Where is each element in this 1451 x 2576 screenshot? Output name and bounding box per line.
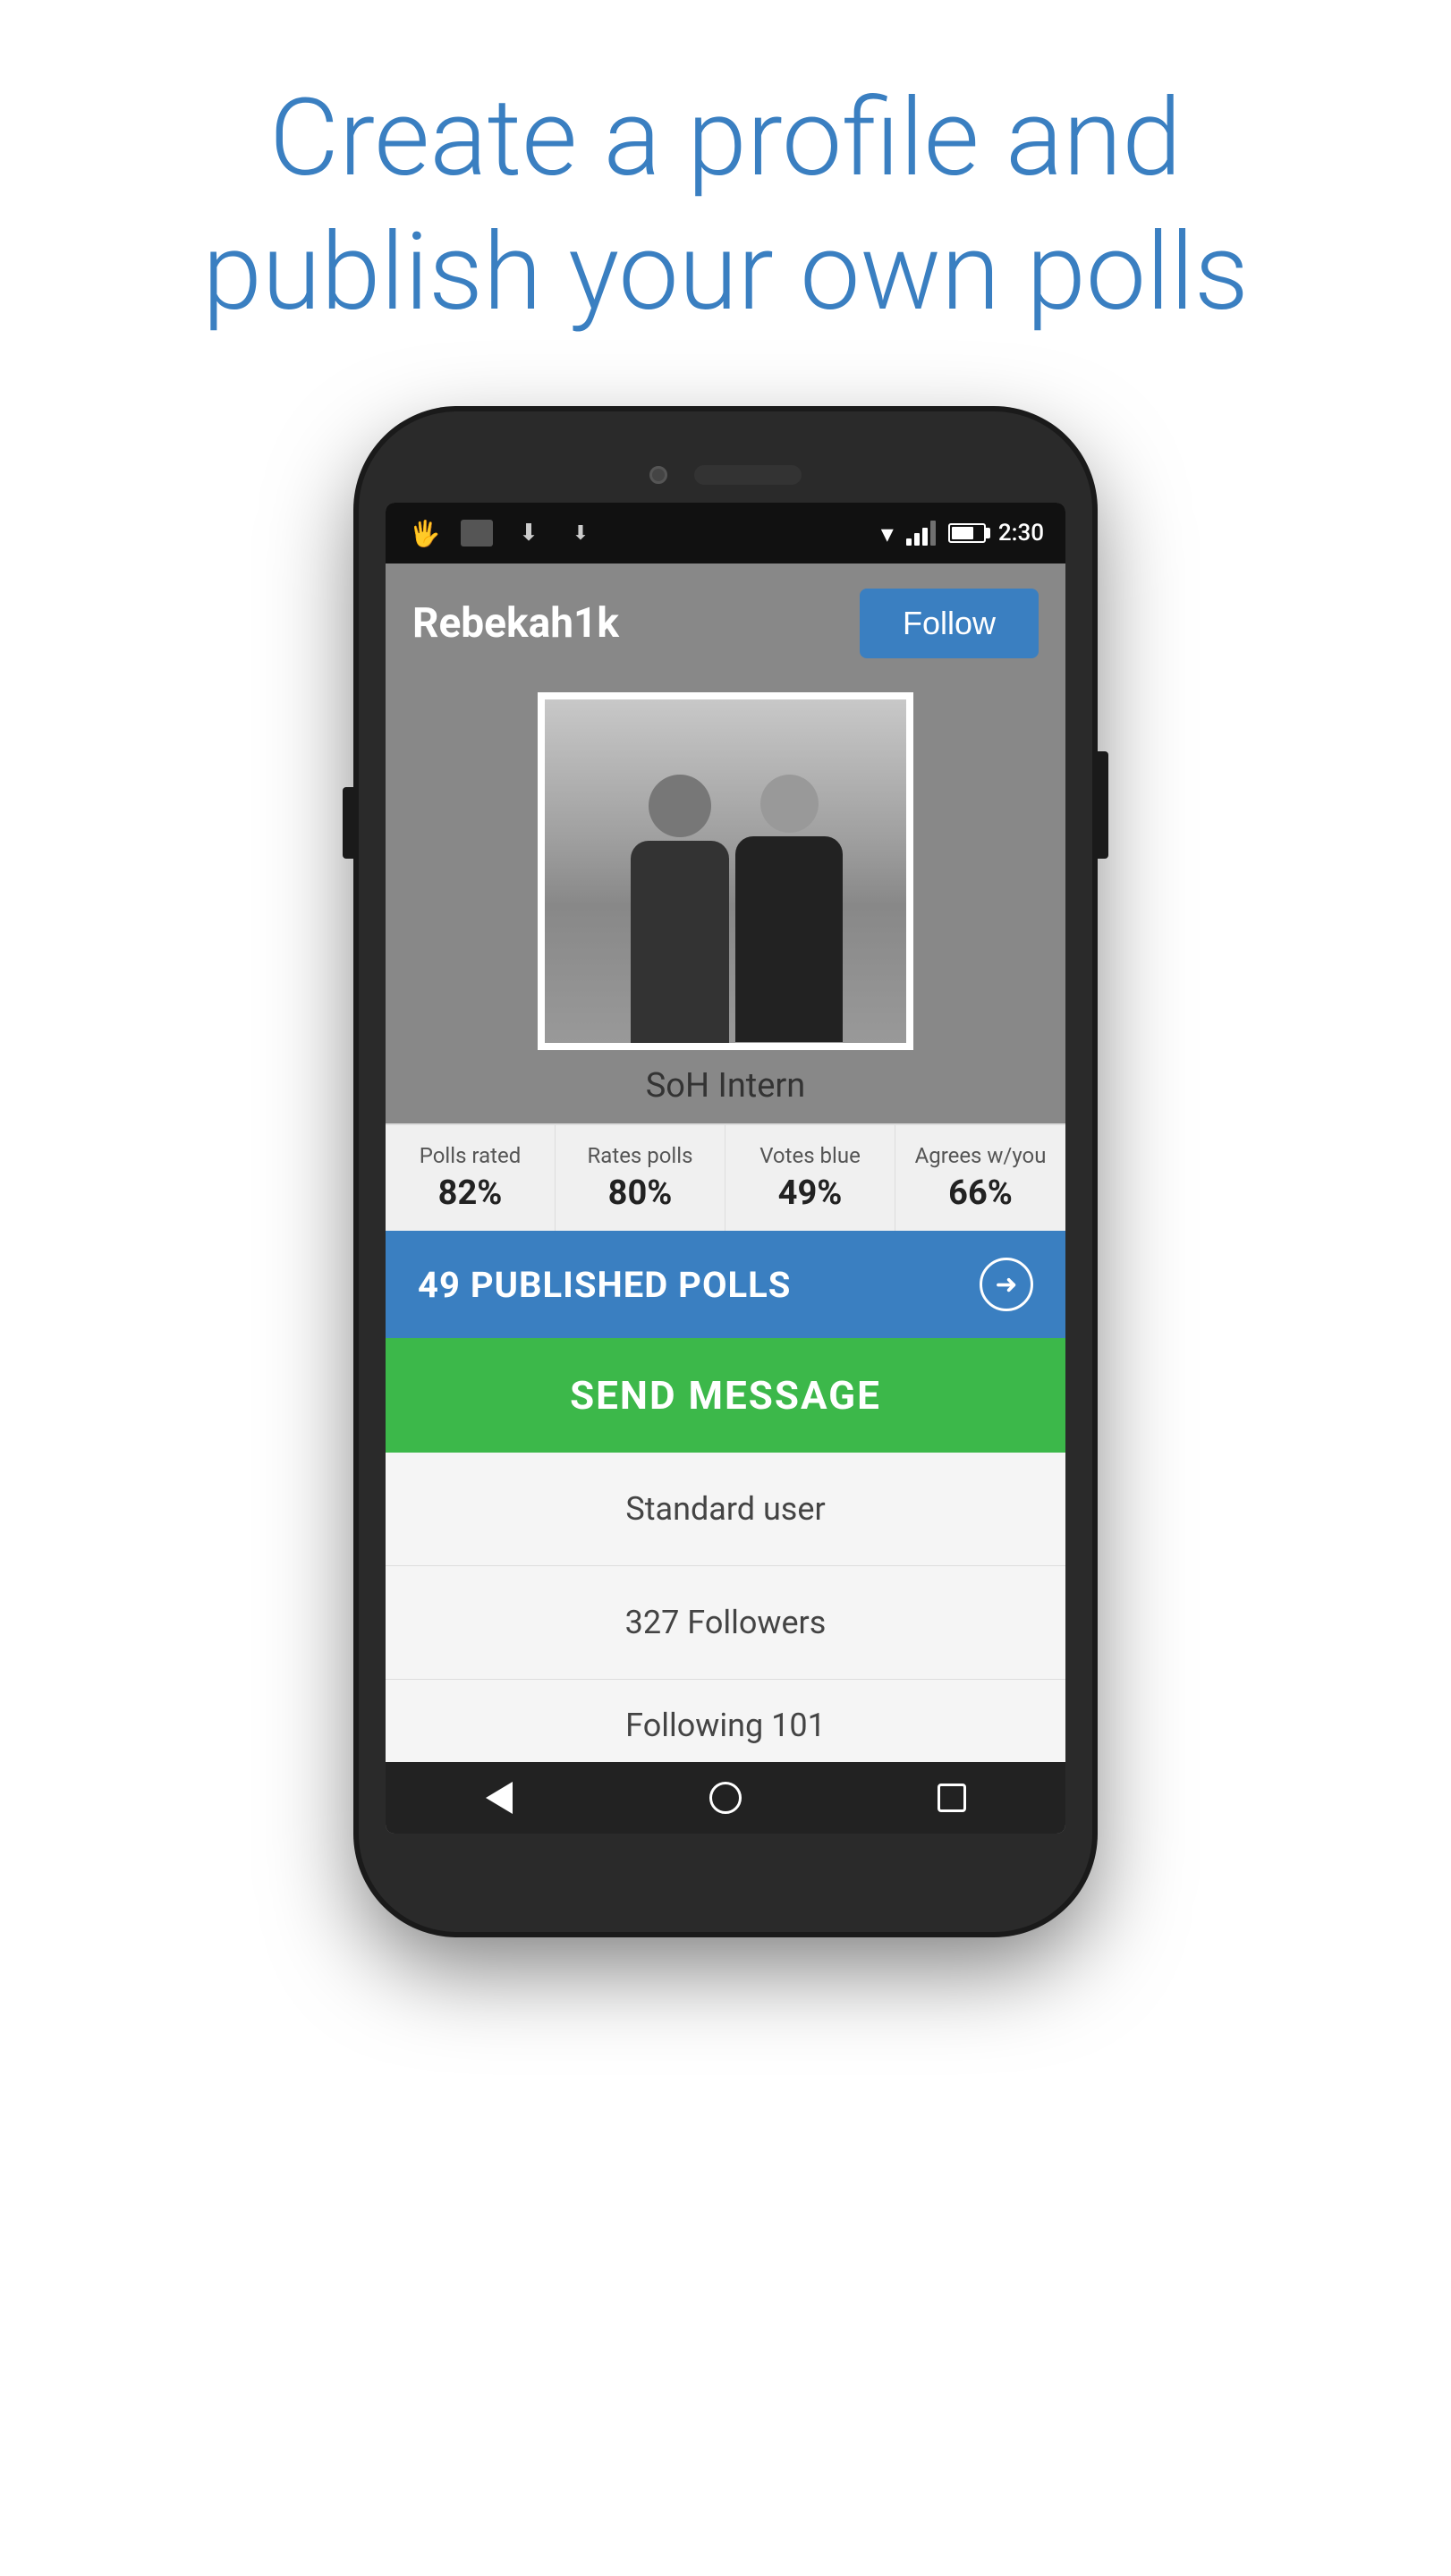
wifi-icon: ▾	[881, 519, 894, 548]
phone-bottom-nav	[386, 1762, 1065, 1834]
stat-votes-blue: Votes blue 49%	[726, 1125, 895, 1231]
download-icon: ⬇	[511, 515, 547, 551]
followers-item: 327 Followers	[386, 1566, 1065, 1680]
status-bar-left: 🖐️ ⬇ ⬇	[407, 515, 598, 551]
stat-rates-polls: Rates polls 80%	[556, 1125, 726, 1231]
profile-photo-area: SoH Intern	[386, 683, 1065, 1123]
profile-photo	[545, 699, 906, 1043]
stat-polls-rated-label: Polls rated	[395, 1143, 546, 1168]
back-nav-button[interactable]	[477, 1775, 522, 1820]
person-right	[726, 775, 852, 1043]
app-header: Rebekah1k Follow	[386, 564, 1065, 683]
phone-device: 🖐️ ⬇ ⬇ ▾	[359, 411, 1092, 1932]
home-icon	[709, 1782, 742, 1814]
download2-icon: ⬇	[563, 515, 598, 551]
stat-polls-rated-value: 82%	[395, 1174, 546, 1213]
send-message-button[interactable]: SEND MESSAGE	[386, 1338, 1065, 1453]
stat-rates-polls-label: Rates polls	[564, 1143, 716, 1168]
phone-speaker	[694, 465, 802, 485]
stats-row: Polls rated 82% Rates polls 80% Votes bl…	[386, 1123, 1065, 1231]
status-bar: 🖐️ ⬇ ⬇ ▾	[386, 503, 1065, 564]
published-polls-button[interactable]: 49 PUBLISHED POLLS ➜	[386, 1231, 1065, 1338]
user-type-item: Standard user	[386, 1453, 1065, 1566]
profile-bio: SoH Intern	[646, 1066, 806, 1106]
following-item: Following 101	[386, 1680, 1065, 1762]
status-time: 2:30	[998, 520, 1044, 547]
battery-fill	[952, 527, 973, 539]
phone-shell: 🖐️ ⬇ ⬇ ▾	[359, 411, 1092, 1932]
person-right-head	[760, 775, 819, 833]
image-notification-icon	[459, 515, 495, 551]
stat-agrees: Agrees w/you 66%	[895, 1125, 1065, 1231]
home-nav-button[interactable]	[703, 1775, 748, 1820]
person-left-body	[631, 841, 729, 1046]
phone-screen: 🖐️ ⬇ ⬇ ▾	[386, 503, 1065, 1834]
published-polls-label: 49 PUBLISHED POLLS	[418, 1264, 791, 1306]
polls-arrow-icon: ➜	[980, 1258, 1033, 1311]
stat-agrees-value: 66%	[904, 1174, 1056, 1213]
stat-rates-polls-value: 80%	[564, 1174, 716, 1213]
person-right-body	[735, 836, 843, 1042]
battery-icon	[948, 523, 986, 543]
phone-camera	[649, 466, 667, 484]
username: Rebekah1k	[412, 599, 619, 648]
profile-photo-frame	[538, 692, 913, 1050]
recent-nav-button[interactable]	[929, 1775, 974, 1820]
app-notification-icon: 🖐️	[407, 515, 443, 551]
phone-bottom-spacer	[386, 1834, 1065, 1860]
info-section: Standard user 327 Followers Following 10…	[386, 1453, 1065, 1762]
follow-button[interactable]: Follow	[860, 589, 1039, 658]
page-header: Create a profile and publish your own po…	[0, 0, 1451, 394]
status-bar-right: ▾ 2:30	[881, 519, 1044, 548]
stat-votes-blue-value: 49%	[734, 1174, 886, 1213]
signal-icon	[906, 521, 936, 546]
phone-top-bar	[386, 465, 1065, 485]
stat-agrees-label: Agrees w/you	[904, 1143, 1056, 1168]
person-left-head	[649, 775, 711, 837]
stat-votes-blue-label: Votes blue	[734, 1143, 886, 1168]
recent-icon	[938, 1784, 966, 1812]
person-left	[617, 775, 742, 1043]
back-icon	[486, 1782, 513, 1814]
stat-polls-rated: Polls rated 82%	[386, 1125, 556, 1231]
